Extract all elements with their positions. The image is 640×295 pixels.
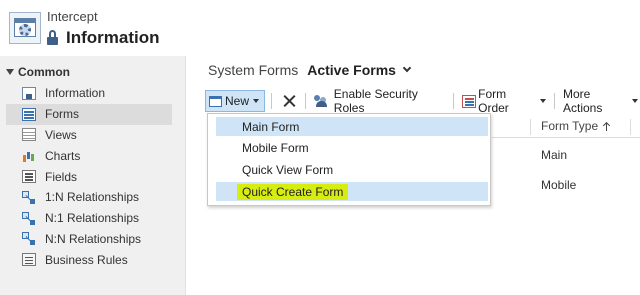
nav-item-forms[interactable]: Forms	[6, 103, 172, 125]
menu-item-quick-view-form[interactable]: Quick View Form	[216, 160, 488, 179]
menu-item-label: Quick Create Form	[237, 183, 349, 200]
nav-item-nn-relationships[interactable]: N:N Relationships	[6, 229, 172, 250]
breadcrumb: System Forms Active Forms	[208, 60, 412, 80]
grid-cell-form-type: Main	[541, 148, 568, 162]
column-header-form-type[interactable]: Form Type	[541, 119, 611, 133]
toolbar-separator	[271, 93, 272, 109]
form-order-icon	[461, 94, 477, 108]
nav-item-label: Views	[45, 127, 77, 142]
column-separator	[630, 119, 631, 135]
toolbar-separator	[554, 93, 555, 109]
nav-list: Information Forms Views Charts Fields 1:…	[6, 83, 172, 270]
breadcrumb-label: System Forms	[208, 62, 299, 78]
fields-icon	[22, 170, 36, 184]
entity-name: Intercept	[47, 9, 98, 24]
dropdown-caret-icon	[253, 99, 260, 103]
relationship-icon	[22, 211, 36, 225]
nav-item-label: N:N Relationships	[45, 231, 142, 246]
nav-item-1n-relationships[interactable]: 1:N Relationships	[6, 187, 172, 208]
grid-cell-form-type: Mobile	[541, 178, 577, 192]
nav-section-label: Common	[18, 65, 70, 79]
chevron-down-icon[interactable]	[402, 63, 412, 73]
dropdown-caret-icon	[631, 99, 638, 103]
form-title: Information	[47, 28, 160, 48]
collapse-triangle-icon	[6, 69, 14, 75]
nav-item-information[interactable]: Information	[6, 83, 172, 104]
views-icon	[22, 128, 36, 142]
menu-item-mobile-form[interactable]: Mobile Form	[216, 138, 488, 157]
toolbar-separator	[304, 93, 306, 109]
security-button-label: Enable Security Roles	[333, 87, 418, 115]
nav-item-label: Information	[45, 86, 106, 101]
toolbar-separator	[453, 93, 454, 109]
menu-item-quick-create-form[interactable]: Quick Create Form	[216, 182, 488, 201]
command-bar: New Enable Security Roles Form Order Mor…	[205, 87, 640, 115]
forms-icon	[22, 107, 36, 121]
nav-item-charts[interactable]: Charts	[6, 145, 172, 166]
entity-icon	[9, 12, 41, 44]
more-actions-label: More Actions	[562, 87, 603, 115]
form-order-button[interactable]: Form Order	[460, 87, 548, 115]
business-rules-icon	[22, 253, 36, 267]
form-order-label: Form Order	[478, 87, 509, 115]
delete-button[interactable]	[278, 90, 299, 112]
nav-item-label: Forms	[45, 107, 79, 122]
more-actions-button[interactable]: More Actions	[561, 87, 640, 115]
page-header: Intercept Information	[0, 0, 640, 56]
dropdown-caret-icon	[540, 99, 547, 103]
nav-item-label: 1:N Relationships	[45, 190, 140, 205]
view-selector[interactable]: Active Forms	[307, 62, 396, 78]
information-icon	[22, 86, 36, 100]
nav-item-label: Charts	[45, 148, 81, 163]
sort-ascending-icon	[603, 121, 611, 131]
grid-header: Form Type	[492, 116, 640, 138]
nav-section-common[interactable]: Common	[6, 65, 70, 79]
relationship-icon	[22, 232, 36, 245]
left-navigation: Common Information Forms Views Charts Fi…	[0, 56, 186, 295]
nav-item-views[interactable]: Views	[6, 125, 172, 146]
new-form-menu: Main Form Mobile Form Quick View Form Qu…	[207, 113, 491, 206]
nav-item-label: Business Rules	[45, 252, 128, 267]
menu-item-label: Main Form	[242, 119, 300, 134]
relationship-icon	[22, 190, 36, 204]
nav-item-business-rules[interactable]: Business Rules	[6, 249, 172, 270]
lock-icon	[47, 29, 58, 46]
nav-item-fields[interactable]: Fields	[6, 166, 172, 187]
charts-icon	[22, 149, 36, 163]
menu-item-label: Quick View Form	[242, 162, 334, 177]
form-name: Information	[66, 28, 160, 47]
menu-item-label: Mobile Form	[242, 140, 309, 155]
nav-item-label: Fields	[45, 169, 78, 184]
enable-security-roles-button[interactable]: Enable Security Roles	[312, 87, 447, 115]
new-form-icon	[209, 95, 222, 107]
new-button-label: New	[225, 94, 250, 108]
nav-item-n1-relationships[interactable]: N:1 Relationships	[6, 208, 172, 229]
menu-item-main-form[interactable]: Main Form	[216, 117, 488, 136]
new-button[interactable]: New	[205, 90, 266, 112]
nav-item-label: N:1 Relationships	[45, 211, 140, 226]
column-separator	[530, 119, 531, 135]
security-roles-icon	[313, 94, 328, 108]
